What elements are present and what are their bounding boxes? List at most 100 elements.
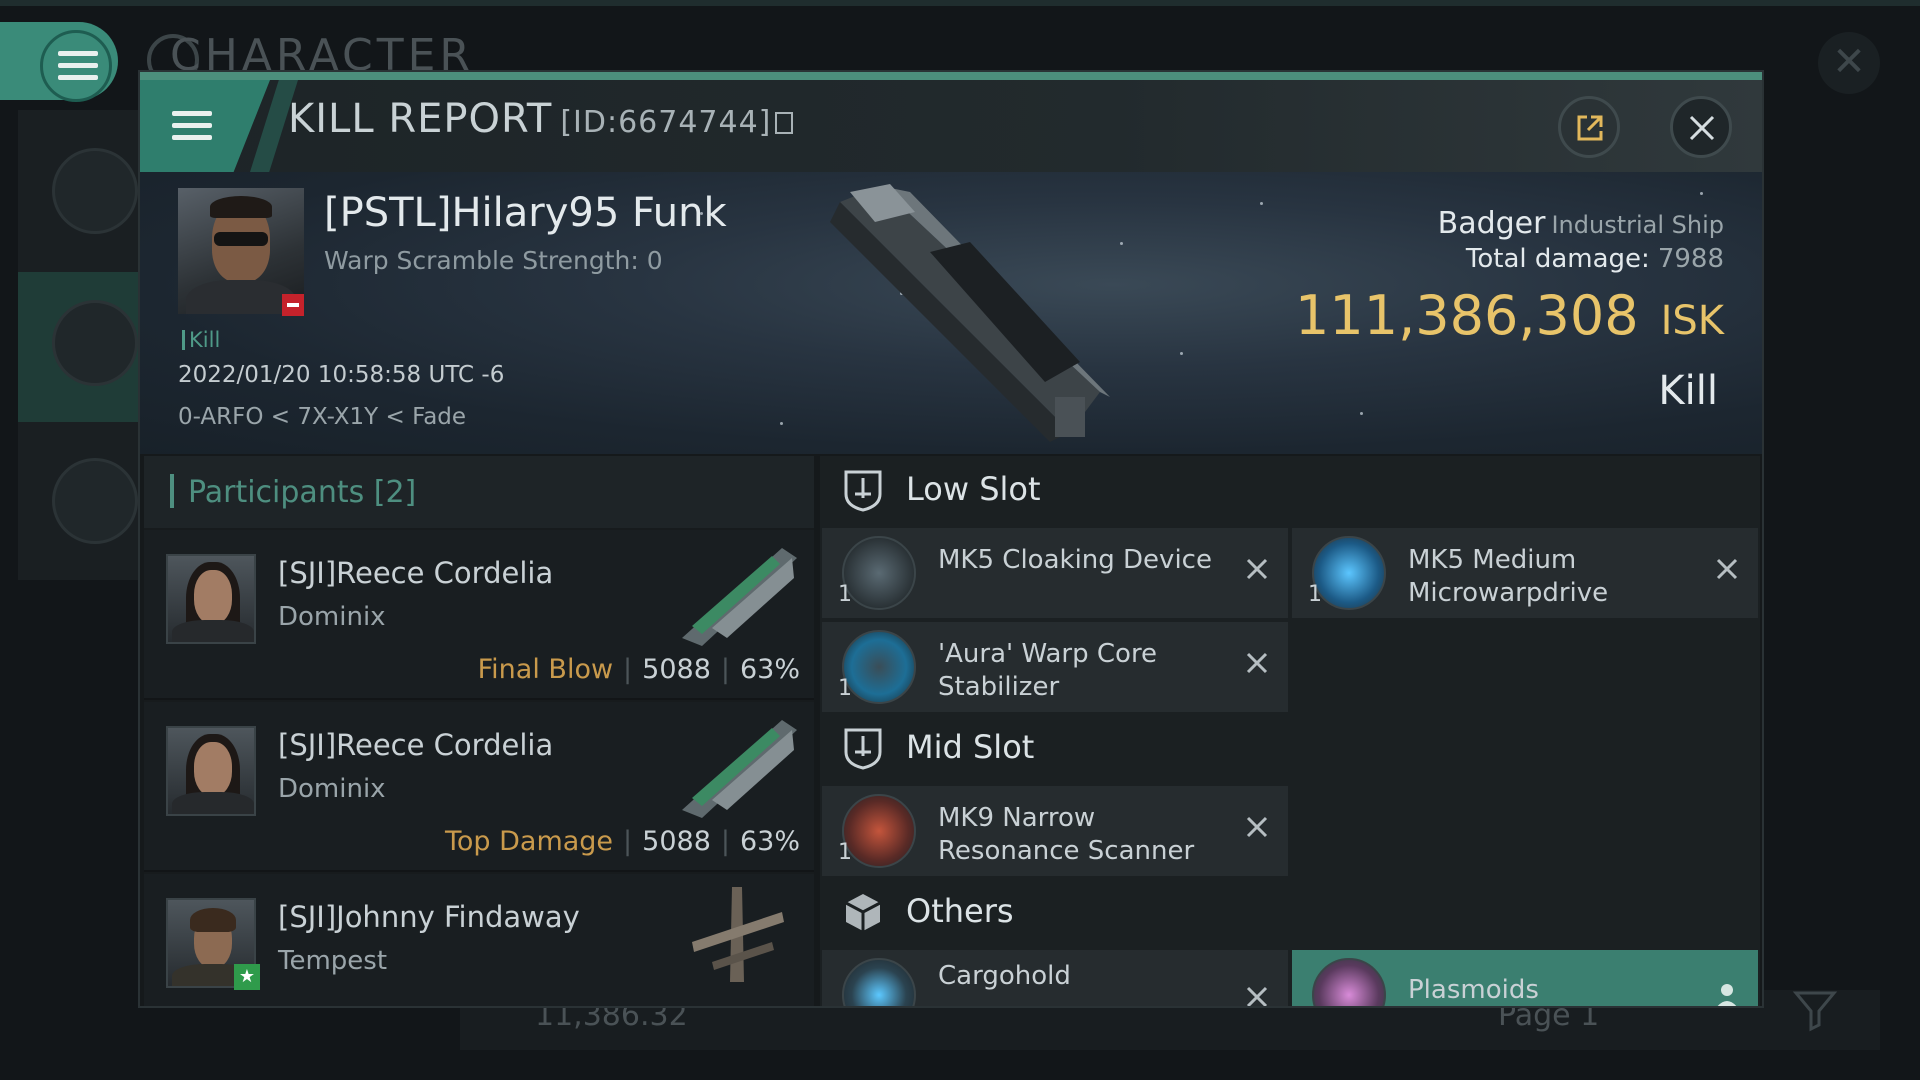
cargohold-icon (842, 958, 916, 1006)
total-damage: Total damage: 7988 (1466, 244, 1724, 274)
participant-row[interactable]: [SJI]Reece Cordelia Dominix Top Damage | 5… (144, 702, 814, 872)
participant-avatar[interactable] (166, 726, 256, 816)
participants-header: Participants [2] (144, 456, 814, 528)
mid-slot-header: Mid Slot (820, 714, 1760, 782)
item-name: MK9 Narrow Resonance Scanner (938, 803, 1195, 866)
item-name: MK5 Medium Microwarpdrive (1408, 545, 1609, 608)
item-name: MK5 Cloaking Device (938, 545, 1212, 575)
fitting-item[interactable]: Cargohold (822, 950, 1288, 1006)
destroyed-x-icon (1716, 558, 1738, 580)
participant-stat-label: Final Blow (477, 654, 614, 685)
low-slot-header: Low Slot (820, 456, 1760, 524)
fitting-item[interactable]: 1 MK9 Narrow Resonance Scanner (822, 786, 1288, 876)
warp-scramble-strength: Warp Scramble Strength: 0 (324, 246, 663, 275)
friendly-star-icon: ★ (234, 964, 260, 990)
participant-stats: Final Blow | 5088 | 63% (477, 654, 800, 685)
participant-row[interactable]: ★ [SJI]Johnny Findaway Tempest (144, 874, 814, 1006)
fitting-item[interactable]: 1 MK5 Cloaking Device (822, 528, 1288, 618)
fitting-item[interactable]: Plasmoids (1292, 950, 1758, 1006)
victim-ship-type[interactable]: Badger Industrial Ship (1438, 206, 1724, 241)
kill-tag: Kill (182, 328, 220, 352)
victim-ship-image (830, 184, 1110, 442)
destroyed-x-icon (1246, 816, 1268, 838)
item-quantity: 1 (1308, 582, 1322, 607)
background-top-strip (0, 0, 1920, 6)
participant-name: [SJI]Johnny Findaway (278, 900, 580, 934)
participant-ship: Dominix (278, 602, 386, 632)
item-name: Plasmoids (1408, 975, 1539, 1005)
destroyed-x-icon (1246, 986, 1268, 1006)
victim-hero: [PSTL]Hilary95 Funk Warp Scramble Streng… (140, 172, 1762, 454)
modal-title: KILL REPORT [ID:6674744] (288, 96, 794, 142)
list-icon[interactable] (52, 148, 138, 234)
plasmoids-icon (1312, 958, 1386, 1006)
share-button[interactable] (1558, 96, 1620, 158)
isk-amount: 111,386,308 (1295, 284, 1639, 347)
participant-damage: 5088 (642, 826, 711, 857)
destroyed-x-icon (1246, 558, 1268, 580)
external-link-icon (1577, 115, 1603, 141)
participant-ship-image (692, 887, 784, 982)
warp-core-stabilizer-icon (842, 630, 916, 704)
fitting-panel: Low Slot 1 MK5 Cloaking Device 1 MK5 Med… (820, 456, 1760, 1006)
participant-name: [SJI]Reece Cordelia (278, 728, 554, 762)
participants-header-label: Participants [2] (170, 474, 416, 510)
resonance-scanner-icon (842, 794, 916, 868)
isk-value: 111,386,308 ISK (1295, 284, 1724, 347)
participant-ship-image (682, 720, 797, 818)
hamburger-icon (58, 51, 98, 81)
star-icon[interactable] (52, 458, 138, 544)
cube-icon (845, 894, 881, 931)
crossed-swords-icon[interactable] (52, 300, 138, 386)
participant-name: [SJI]Reece Cordelia (278, 556, 554, 590)
main-menu-button[interactable] (40, 30, 112, 102)
kill-location[interactable]: 0-ARFO < 7X-X1Y < Fade (178, 404, 466, 430)
victim-name[interactable]: [PSTL]Hilary95 Funk (324, 190, 727, 236)
others-header: Others (820, 878, 1760, 946)
low-slot-shield-icon (844, 470, 882, 512)
participants-panel: Participants [2] [SJI]Reece Cordelia Dom… (144, 456, 814, 1006)
modal-menu-button[interactable] (140, 80, 270, 172)
mid-slot-label: Mid Slot (906, 728, 1035, 766)
participant-ship-image (682, 548, 797, 646)
ship-name: Badger (1437, 206, 1546, 241)
isk-unit: ISK (1660, 298, 1724, 344)
item-quantity: 1 (838, 676, 852, 701)
destroyed-x-icon (1246, 652, 1268, 674)
close-icon (1689, 115, 1715, 141)
low-slot-label: Low Slot (906, 470, 1041, 508)
microwarpdrive-icon (1312, 536, 1386, 610)
person-icon (1717, 984, 1737, 1006)
modal-header: KILL REPORT [ID:6674744] (140, 80, 1762, 172)
participant-ship: Dominix (278, 774, 386, 804)
participant-avatar[interactable] (166, 554, 256, 644)
close-button[interactable] (1670, 96, 1732, 158)
copy-icon[interactable] (775, 112, 794, 134)
total-damage-label: Total damage: (1465, 244, 1650, 274)
fitting-item[interactable]: 1 MK5 Medium Microwarpdrive (1292, 528, 1758, 618)
fitting-item[interactable]: 1 'Aura' Warp Core Stabilizer (822, 622, 1288, 712)
modal-accent-line (140, 72, 1762, 80)
item-quantity: 1 (838, 840, 852, 865)
participant-row[interactable]: [SJI]Reece Cordelia Dominix Final Blow | 5… (144, 530, 814, 700)
filter-icon[interactable] (1790, 985, 1840, 1035)
kill-datetime: 2022/01/20 10:58:58 UTC -6 (178, 362, 505, 388)
item-name: 'Aura' Warp Core Stabilizer (938, 639, 1158, 702)
kill-result: Kill (1658, 368, 1718, 414)
participant-percent: 63% (739, 826, 800, 857)
participant-stats: Top Damage | 5088 | 63% (444, 826, 800, 857)
background-close-icon[interactable]: ✕ (1818, 32, 1880, 94)
mid-slot-shield-icon (844, 728, 882, 770)
hostile-status-icon (282, 294, 304, 316)
participant-stat-label: Top Damage (444, 826, 614, 857)
hamburger-icon (172, 111, 212, 141)
report-id: [ID:6674744] (560, 105, 772, 140)
cloaking-device-icon (842, 536, 916, 610)
modal-title-text: KILL REPORT (288, 96, 553, 142)
total-damage-value: 7988 (1657, 244, 1724, 274)
participant-damage: 5088 (642, 654, 711, 685)
others-label: Others (906, 892, 1014, 930)
item-quantity: 1 (838, 582, 852, 607)
item-name: Cargohold (938, 961, 1071, 991)
participant-ship: Tempest (278, 946, 388, 976)
